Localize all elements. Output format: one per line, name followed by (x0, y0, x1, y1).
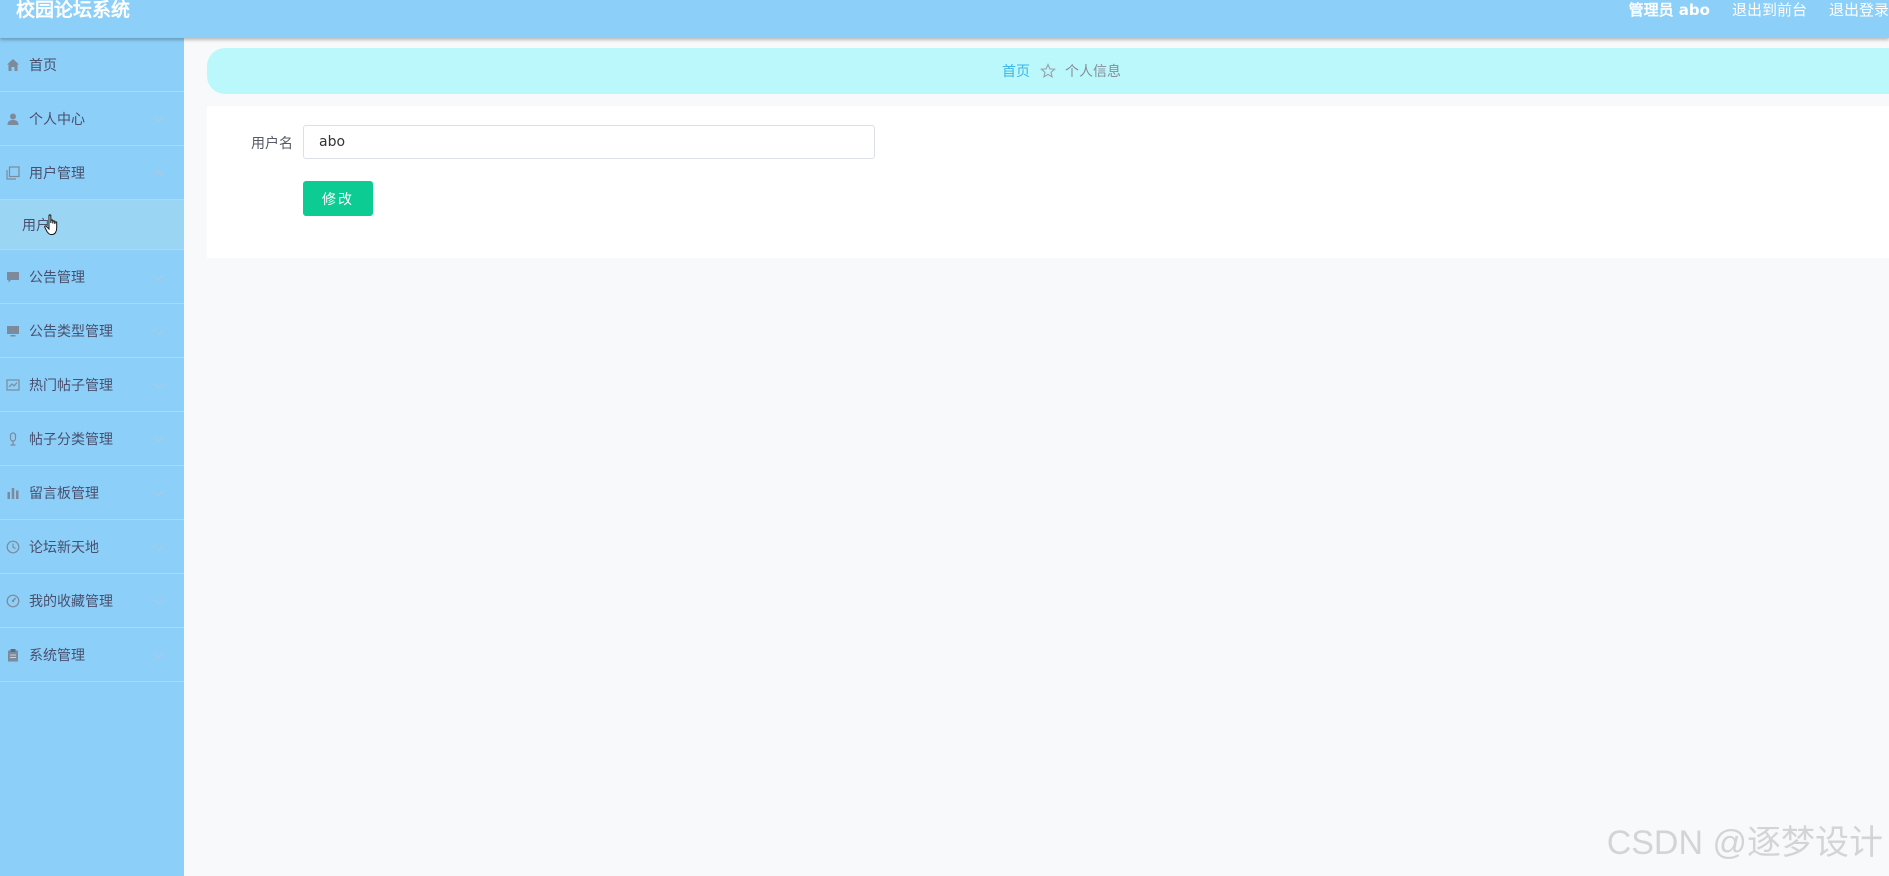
dashboard-icon (6, 594, 20, 608)
admin-user-label[interactable]: 管理员 abo (1629, 0, 1710, 20)
chevron-down-icon (153, 648, 164, 659)
username-label: 用户名 (251, 136, 293, 152)
modify-button[interactable]: 修改 (303, 181, 373, 216)
user-icon (6, 112, 20, 126)
sidebar-item-label: 公告类型管理 (29, 323, 113, 340)
chevron-down-icon (153, 270, 164, 281)
breadcrumb: 首页 个人信息 (207, 48, 1889, 94)
clipboard-icon (6, 648, 20, 662)
top-bar: 校园论坛系统 管理员 abo 退出到前台 退出登录 (0, 0, 1889, 38)
sidebar-item-label: 热门帖子管理 (29, 377, 113, 394)
sidebar-item-post-category-management[interactable]: 帖子分类管理 (0, 412, 184, 466)
sidebar-item-user-management[interactable]: 用户管理 (0, 146, 184, 200)
sidebar-subitem-user[interactable]: 用户 (0, 200, 184, 250)
chevron-down-icon (153, 432, 164, 443)
hand-cursor-icon (44, 214, 60, 240)
sidebar-item-favorites-management[interactable]: 我的收藏管理 (0, 574, 184, 628)
chevron-up-icon (153, 169, 164, 180)
sidebar-item-label: 系统管理 (29, 647, 85, 664)
sidebar-item-home[interactable]: 首页 (0, 38, 184, 92)
breadcrumb-home-link[interactable]: 首页 (1002, 61, 1030, 81)
chart-box-icon (6, 378, 20, 392)
sidebar-item-hot-posts-management[interactable]: 热门帖子管理 (0, 358, 184, 412)
home-icon (6, 58, 20, 72)
clock-icon (6, 540, 20, 554)
sidebar-item-forum-world[interactable]: 论坛新天地 (0, 520, 184, 574)
sidebar-item-label: 首页 (29, 57, 57, 74)
sidebar-item-label: 个人中心 (29, 111, 85, 128)
sidebar-item-label: 用户管理 (29, 165, 85, 182)
microphone-icon (6, 431, 20, 446)
watermark: CSDN @逐梦设计 (1606, 824, 1883, 862)
chevron-down-icon (153, 378, 164, 389)
chevron-down-icon (153, 486, 164, 497)
username-input[interactable] (303, 125, 875, 159)
sidebar-item-announcement-management[interactable]: 公告管理 (0, 250, 184, 304)
sidebar-item-label: 留言板管理 (29, 485, 99, 502)
top-links: 管理员 abo 退出到前台 退出登录 (1629, 0, 1889, 20)
app-title: 校园论坛系统 (16, 0, 131, 21)
breadcrumb-current: 个人信息 (1065, 64, 1121, 80)
chevron-down-icon (153, 112, 164, 123)
monitor-icon (6, 324, 20, 338)
bar-chart-icon (6, 486, 20, 500)
exit-to-front-link[interactable]: 退出到前台 (1732, 0, 1807, 20)
sidebar: 首页 个人中心 用户管理 用户 公告管理 公告类型管理 热门帖子管理 帖子分类管… (0, 38, 184, 876)
sidebar-item-label: 帖子分类管理 (29, 431, 113, 448)
sidebar-item-message-board-management[interactable]: 留言板管理 (0, 466, 184, 520)
chevron-down-icon (153, 324, 164, 335)
message-icon (6, 270, 20, 284)
sidebar-item-label: 公告管理 (29, 269, 85, 286)
sidebar-item-label: 论坛新天地 (29, 539, 99, 556)
sidebar-item-announcement-type-management[interactable]: 公告类型管理 (0, 304, 184, 358)
sidebar-item-personal-center[interactable]: 个人中心 (0, 92, 184, 146)
chevron-down-icon (153, 594, 164, 605)
star-icon (1040, 63, 1056, 79)
profile-form: 用户名 修改 (207, 106, 1889, 258)
copy-icon (6, 165, 20, 180)
logout-link[interactable]: 退出登录 (1829, 0, 1889, 20)
sidebar-item-label: 我的收藏管理 (29, 593, 113, 610)
chevron-down-icon (153, 540, 164, 551)
sidebar-item-system-management[interactable]: 系统管理 (0, 628, 184, 682)
